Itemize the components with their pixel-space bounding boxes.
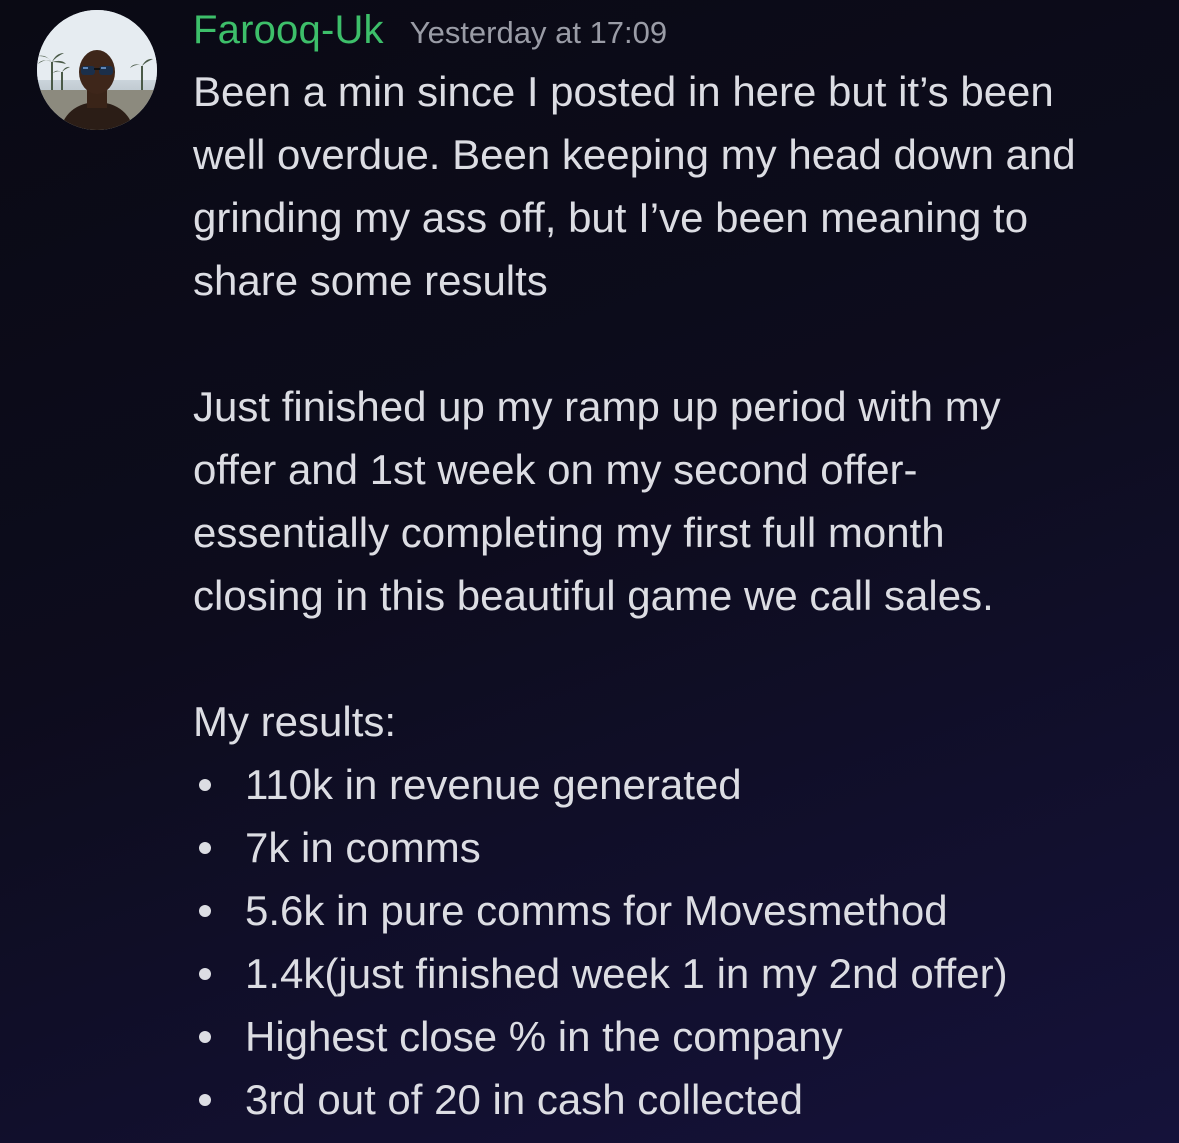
bullet-icon xyxy=(199,968,211,980)
list-item: 7k in comms xyxy=(193,816,1153,879)
chat-message: Farooq-Uk Yesterday at 17:09 Been a min … xyxy=(0,0,1179,1143)
list-item-text: 3rd out of 20 in cash collected xyxy=(245,1076,804,1123)
bullet-icon xyxy=(199,842,211,854)
list-item: 3rd out of 20 in cash collected xyxy=(193,1068,1153,1131)
message-timestamp[interactable]: Yesterday at 17:09 xyxy=(410,15,667,51)
bullet-icon xyxy=(199,779,211,791)
text-line: well overdue. Been keeping my head down … xyxy=(193,131,1076,178)
message-header: Farooq-Uk Yesterday at 17:09 xyxy=(193,8,1153,60)
text-line: closing in this beautiful game we call s… xyxy=(193,572,994,619)
avatar-photo-icon xyxy=(37,10,157,130)
list-item-text: 1.4k(just finished week 1 in my 2nd offe… xyxy=(245,950,1008,997)
text-line: grinding my ass off, but I’ve been meani… xyxy=(193,194,1029,241)
list-item-text: 5.6k in pure comms for Movesmethod xyxy=(245,887,948,934)
list-item: 5.6k in pure comms for Movesmethod xyxy=(193,879,1153,942)
text-line: Just finished up my ramp up period with … xyxy=(193,383,1001,430)
list-item-text: 110k in revenue generated xyxy=(245,761,742,808)
text-line: Been a min since I posted in here but it… xyxy=(193,68,1054,115)
bullet-icon xyxy=(199,905,211,917)
results-list: 110k in revenue generated 7k in comms 5.… xyxy=(193,753,1153,1131)
text-line: offer and 1st week on my second offer- xyxy=(193,446,918,493)
user-avatar[interactable] xyxy=(37,10,157,130)
list-item: 110k in revenue generated xyxy=(193,753,1153,816)
bullet-icon xyxy=(199,1031,211,1043)
list-item: Highest close % in the company xyxy=(193,1005,1153,1068)
results-title: My results: xyxy=(193,698,397,745)
paragraph-intro: Been a min since I posted in here but it… xyxy=(193,60,1153,312)
message-body: Been a min since I posted in here but it… xyxy=(193,60,1153,1131)
text-line: essentially completing my first full mon… xyxy=(193,509,945,556)
list-item-text: 7k in comms xyxy=(245,824,481,871)
paragraph-update: Just finished up my ramp up period with … xyxy=(193,375,1153,627)
author-username[interactable]: Farooq-Uk xyxy=(193,8,384,53)
text-line: share some results xyxy=(193,257,548,304)
list-item-text: Highest close % in the company xyxy=(245,1013,843,1060)
list-item: 1.4k(just finished week 1 in my 2nd offe… xyxy=(193,942,1153,1005)
message-content: Farooq-Uk Yesterday at 17:09 Been a min … xyxy=(193,8,1153,1131)
bullet-icon xyxy=(199,1094,211,1106)
